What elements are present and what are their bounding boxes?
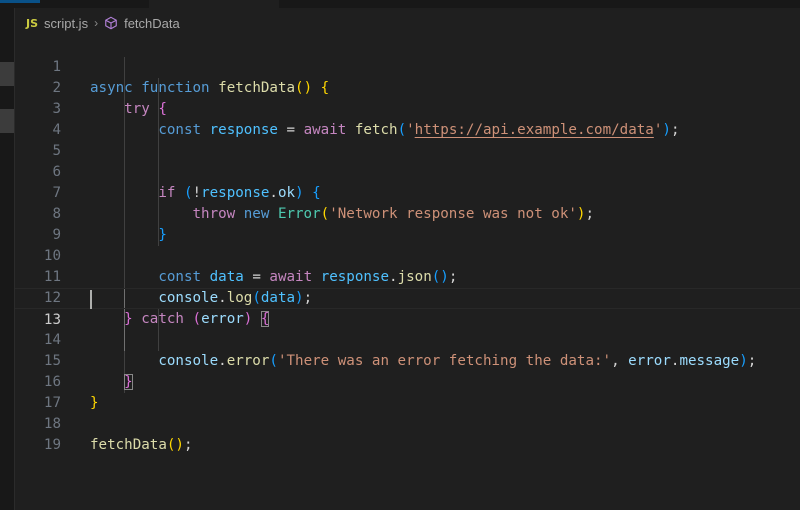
code-line[interactable]: 7 throw new Error('Network response was … bbox=[15, 162, 800, 222]
line-number: 19 bbox=[43, 437, 61, 453]
javascript-file-icon: JS bbox=[26, 16, 39, 30]
code-line[interactable]: 18 fetchData(); bbox=[15, 393, 800, 453]
code-line-current[interactable]: 13 bbox=[15, 288, 800, 328]
code-line[interactable]: 16 } bbox=[15, 351, 800, 411]
tab-accent bbox=[0, 0, 40, 3]
breadcrumb: JS script.js › fetchData bbox=[26, 12, 180, 34]
code-line[interactable]: 4 bbox=[15, 99, 800, 138]
code-line[interactable]: 10 const data = await response.json(); bbox=[15, 225, 800, 285]
code-line[interactable]: 6 if (!response.ok) { bbox=[15, 141, 800, 201]
code-line[interactable]: 9 bbox=[15, 204, 800, 243]
symbol-method-icon bbox=[105, 16, 117, 30]
code-line[interactable]: 3 const response = await fetch('https://… bbox=[15, 78, 800, 138]
code-line[interactable]: 19 bbox=[15, 414, 800, 453]
breadcrumb-symbol[interactable]: fetchData bbox=[124, 16, 180, 31]
code-editor[interactable]: 1 async function fetchData() { 2 try { 3… bbox=[15, 36, 800, 510]
chevron-right-icon: › bbox=[94, 16, 99, 30]
code-text: fetchData(); bbox=[90, 437, 193, 453]
active-tab[interactable] bbox=[149, 0, 279, 8]
code-line[interactable]: 14 console.error('There was an error fet… bbox=[15, 309, 800, 369]
code-line[interactable]: 8 } bbox=[15, 183, 800, 243]
panel-marker bbox=[0, 109, 14, 133]
breadcrumb-file[interactable]: script.js bbox=[44, 16, 88, 31]
editor-tab-strip bbox=[0, 0, 800, 8]
code-line[interactable]: 5 bbox=[15, 120, 800, 159]
panel-marker bbox=[0, 62, 14, 86]
left-edge-panel bbox=[0, 8, 15, 510]
code-line[interactable]: 15 } bbox=[15, 330, 800, 390]
code-line[interactable]: 2 try { bbox=[15, 57, 800, 117]
text-cursor bbox=[90, 290, 92, 309]
code-line[interactable]: 1 async function fetchData() { bbox=[15, 36, 800, 96]
code-line[interactable]: 11 console.log(data); bbox=[15, 246, 800, 306]
code-line[interactable]: 12 } catch (error) { bbox=[15, 267, 800, 327]
code-line[interactable]: 17 bbox=[15, 372, 800, 411]
